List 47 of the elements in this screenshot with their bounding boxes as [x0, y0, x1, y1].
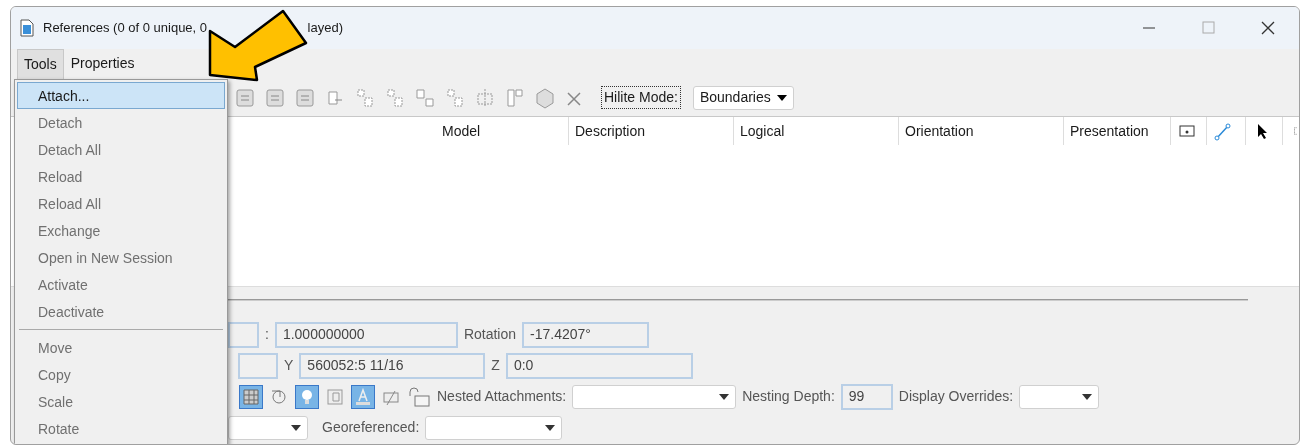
- dropdown-arrow-icon: [776, 94, 787, 101]
- input-field[interactable]: 0:0: [505, 352, 693, 379]
- field-label: Nested Attachments:: [436, 387, 568, 406]
- nested-attachments-dropdown[interactable]: [572, 384, 737, 409]
- hilite-mode-label: Hilite Mode:: [601, 86, 681, 109]
- line-icon: [1213, 121, 1233, 141]
- menu-tab[interactable]: Tools: [17, 49, 64, 79]
- field-label: Georeferenced:: [321, 418, 421, 437]
- toggle-button[interactable]: [295, 384, 319, 409]
- dropdown-value: Boundaries: [699, 88, 771, 107]
- toggle-button[interactable]: [351, 384, 375, 409]
- field-label: Display Overrides:: [897, 387, 1015, 406]
- display-overrides-dropdown[interactable]: [1019, 384, 1100, 409]
- field-label: Rotation: [462, 325, 518, 344]
- input-field[interactable]: 99: [840, 383, 893, 410]
- field-label: :: [264, 325, 270, 344]
- letter-icon: [353, 386, 373, 407]
- dropdown-field[interactable]: [228, 415, 308, 440]
- input-field[interactable]: [238, 352, 278, 379]
- column-header[interactable]: Orientation: [899, 117, 1064, 145]
- input-field[interactable]: -17.4207°: [522, 321, 650, 348]
- menu-tab[interactable]: Properties: [63, 48, 142, 79]
- column-header[interactable]: Presentation: [1064, 117, 1171, 145]
- menu-item[interactable]: Attach...: [17, 82, 225, 109]
- column-header[interactable]: Description: [569, 117, 734, 145]
- dropdown-arrow-icon: [291, 424, 301, 431]
- input-field[interactable]: 560052:5 11/16: [299, 352, 486, 379]
- georeferenced-dropdown[interactable]: [425, 415, 563, 440]
- picture-icon: [325, 386, 345, 407]
- field-label: Nesting Depth:: [741, 387, 836, 406]
- dropdown-arrow-icon: [1082, 393, 1093, 400]
- hilite-mode-dropdown[interactable]: Boundaries: [692, 85, 794, 110]
- toggle-button[interactable]: [239, 384, 263, 409]
- grid-icon: [241, 386, 261, 407]
- field-label: Z: [490, 356, 501, 375]
- input-field[interactable]: 1.000000000: [274, 321, 458, 348]
- input-field[interactable]: [228, 321, 259, 348]
- field-label: Y: [283, 356, 295, 375]
- document-icon: [19, 19, 35, 37]
- dropdown-arrow-icon: [719, 393, 730, 400]
- lock-icon[interactable]: [407, 385, 431, 408]
- dropdown-arrow-icon: [545, 424, 556, 431]
- column-header[interactable]: Model: [436, 117, 569, 145]
- scrollbar[interactable]: [228, 299, 1248, 301]
- window-title: layed): [306, 19, 343, 38]
- column-header[interactable]: Logical: [734, 117, 899, 145]
- window-title: References (0 of 0 unique, 0: [43, 19, 208, 38]
